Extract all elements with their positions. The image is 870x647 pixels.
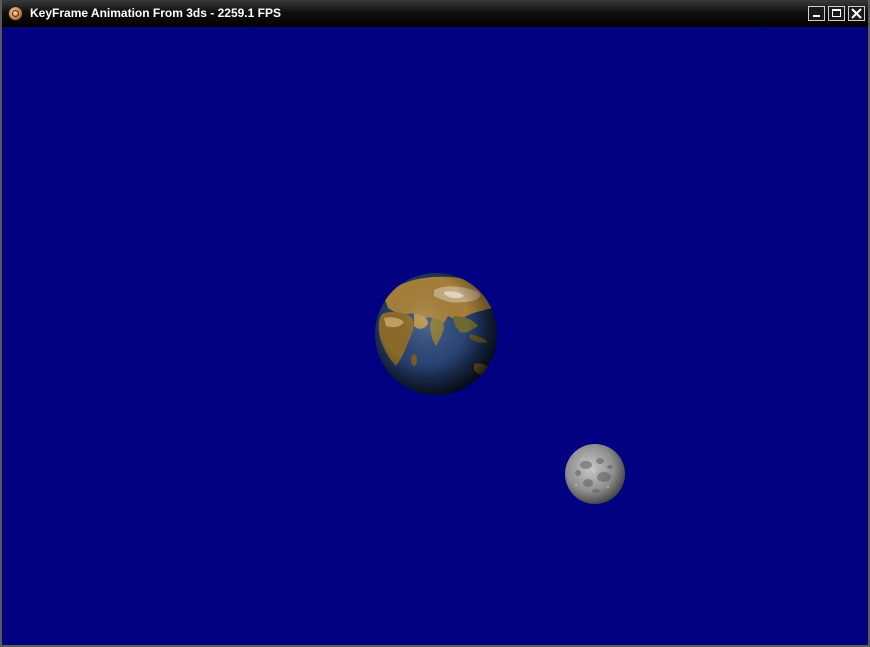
render-viewport[interactable] [2,27,868,645]
moon-globe [565,444,625,504]
maximize-button[interactable] [828,6,845,21]
close-button[interactable] [848,6,865,21]
earth-globe [375,273,497,395]
app-window: KeyFrame Animation From 3ds - 2259.1 FPS [0,0,870,647]
title-bar[interactable]: KeyFrame Animation From 3ds - 2259.1 FPS [2,0,868,28]
close-icon [851,8,862,19]
app-icon[interactable] [8,6,23,21]
window-title: KeyFrame Animation From 3ds - 2259.1 FPS [30,6,281,20]
minimize-button[interactable] [808,6,825,21]
